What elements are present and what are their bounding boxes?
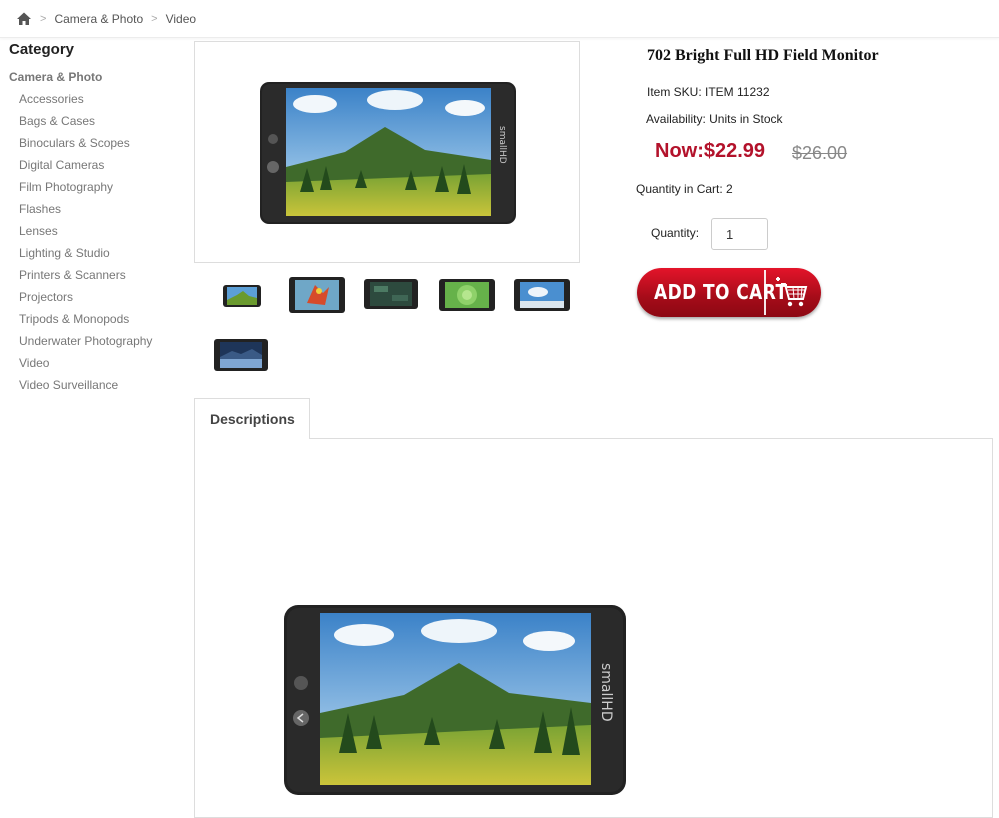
price-now: Now:$22.99 [655,140,766,162]
quantity-in-cart: Quantity in Cart: 2 [636,182,733,196]
breadcrumb-link-video[interactable]: Video [166,12,196,26]
monitor-image: smallHD [260,82,516,224]
thumbnail-sky[interactable] [514,279,570,311]
brand-logo: smallHD [598,663,614,722]
breadcrumb-link-camera-photo[interactable]: Camera & Photo [54,12,143,26]
quantity-label: Quantity: [651,226,700,240]
thumbnail-parrot[interactable] [289,277,345,313]
product-sku: Item SKU: ITEM 11232 [647,85,770,99]
category-item-video-surveillance[interactable]: Video Surveillance [19,374,189,396]
thumbnail-succulent[interactable] [439,279,495,311]
category-sidebar: Category Camera & Photo Accessories Bags… [9,40,189,396]
quantity-input[interactable] [711,218,768,250]
description-image: smallHD [284,605,626,795]
category-item-accessories[interactable]: Accessories [19,88,189,110]
category-list: Accessories Bags & Cases Binoculars & Sc… [9,88,189,396]
category-item-film-photography[interactable]: Film Photography [19,176,189,198]
breadcrumb-separator: > [151,12,158,25]
thumbnail-night-lake[interactable] [214,339,268,371]
shopping-cart-icon [776,277,808,307]
tab-descriptions[interactable]: Descriptions [194,398,310,439]
breadcrumb-separator: > [40,12,47,25]
product-main-image[interactable]: smallHD [194,41,580,263]
brand-logo: smallHD [497,126,507,164]
category-heading: Category [9,41,75,58]
category-item-lighting-studio[interactable]: Lighting & Studio [19,242,189,264]
category-item-binoculars-scopes[interactable]: Binoculars & Scopes [19,132,189,154]
breadcrumb: > Camera & Photo > Video [0,0,999,38]
product-availability: Availability: Units in Stock [646,112,783,126]
category-item-tripods-monopods[interactable]: Tripods & Monopods [19,308,189,330]
thumbnail-landscape[interactable] [223,285,261,307]
category-parent-camera-photo[interactable]: Camera & Photo [9,66,189,88]
product-title: 702 Bright Full HD Field Monitor [647,47,879,64]
home-icon[interactable] [16,11,32,27]
category-item-underwater-photography[interactable]: Underwater Photography [19,330,189,352]
price-old: $26.00 [792,143,848,163]
thumbnail-dark-ui[interactable] [364,279,418,309]
add-to-cart-label: ADD TO CART [654,280,788,304]
category-item-lenses[interactable]: Lenses [19,220,189,242]
category-item-digital-cameras[interactable]: Digital Cameras [19,154,189,176]
category-item-bags-cases[interactable]: Bags & Cases [19,110,189,132]
category-item-flashes[interactable]: Flashes [19,198,189,220]
button-divider [764,270,766,315]
category-item-video[interactable]: Video [19,352,189,374]
category-item-printers-scanners[interactable]: Printers & Scanners [19,264,189,286]
category-item-projectors[interactable]: Projectors [19,286,189,308]
add-to-cart-button[interactable]: ADD TO CART [637,268,821,317]
